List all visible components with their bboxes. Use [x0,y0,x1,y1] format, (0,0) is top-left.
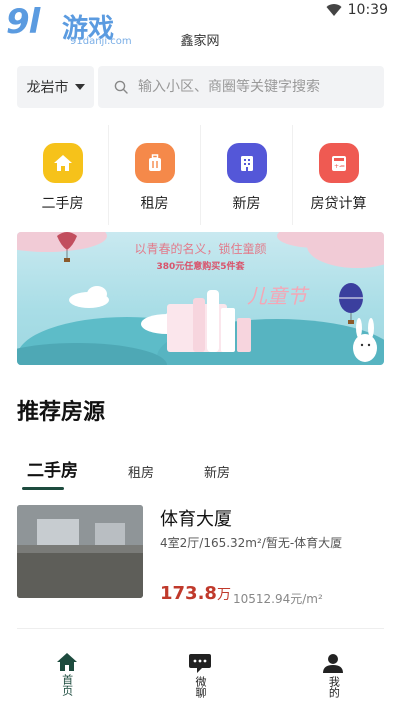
banner-brand: 儿童节 [247,284,307,308]
listing-unit-price: 10512.94元/m² [233,592,323,606]
city-selector[interactable]: 龙岩市 [17,66,94,108]
page-title: 鑫家网 [180,34,220,49]
quick-nav-label: 新房 [232,196,261,212]
search-row: 龙岩市 [17,66,384,108]
listing-tabs: 二手房 租房 新房 [17,456,270,481]
user-icon [323,654,344,673]
quick-nav-loan-calc[interactable]: +- = 房贷计算 [292,125,384,225]
listing-title: 体育大厦 [160,509,232,530]
chat-icon [188,654,211,673]
luggage-icon [134,143,175,183]
home-icon [42,143,83,183]
bottom-nav: 首页 微聊 我的 [0,640,400,712]
tab-new-home[interactable]: 新房 [194,462,240,481]
clock: 10:39 [347,2,388,18]
bottom-nav-label: 微聊 [193,676,207,698]
promo-banner[interactable]: 以青春的名义，锁住童颜 380元任意购买5件套 儿童节 [17,232,384,365]
listing-item[interactable]: 体育大厦 4室2厅/165.32m²/暂无-体育大厦 173.8万 10512.… [17,505,384,606]
quick-nav-new-home[interactable]: 新房 [200,125,292,225]
listing-price: 173.8万 [160,583,231,604]
tab-rent[interactable]: 租房 [118,462,164,481]
search-input[interactable] [138,79,378,95]
banner-headline: 以青春的名义，锁住童颜 [134,242,267,256]
home-icon [56,653,77,671]
quick-nav-label: 二手房 [41,196,84,212]
quick-nav: 二手房 租房 新房 +- = 房贷计算 [17,125,384,225]
listing-price-unit: 万 [216,587,231,603]
status-right: 10:39 [326,2,388,18]
bottom-nav-home[interactable]: 首页 [0,640,133,712]
quick-nav-rent[interactable]: 租房 [108,125,200,225]
building-icon [226,143,267,183]
bottom-nav-profile[interactable]: 我的 [267,640,400,712]
quick-nav-label: 租房 [140,196,169,212]
listing-photo [17,505,143,598]
bottom-nav-label: 首页 [60,674,74,696]
listing-meta: 4室2厅/165.32m²/暂无-体育大厦 [160,536,343,550]
section-title: 推荐房源 [17,400,106,425]
bottom-nav-chat[interactable]: 微聊 [133,640,266,712]
banner-offer: 380元任意购买5件套 [156,262,245,272]
listing-price-value: 173.8 [160,583,217,604]
wifi-icon [326,4,342,17]
svg-text:=: = [340,163,345,170]
search-icon [114,80,128,94]
calculator-icon: +- = [318,143,359,183]
city-label: 龙岩市 [26,80,69,96]
quick-nav-label: 房贷计算 [310,196,367,212]
bottom-nav-label: 我的 [327,676,341,698]
divider [17,628,384,629]
caret-down-icon [74,84,85,90]
search-box[interactable] [98,66,384,108]
quick-nav-second-hand[interactable]: 二手房 [17,125,108,225]
tab-second-hand[interactable]: 二手房 [17,456,88,481]
active-tab-indicator [22,487,64,490]
